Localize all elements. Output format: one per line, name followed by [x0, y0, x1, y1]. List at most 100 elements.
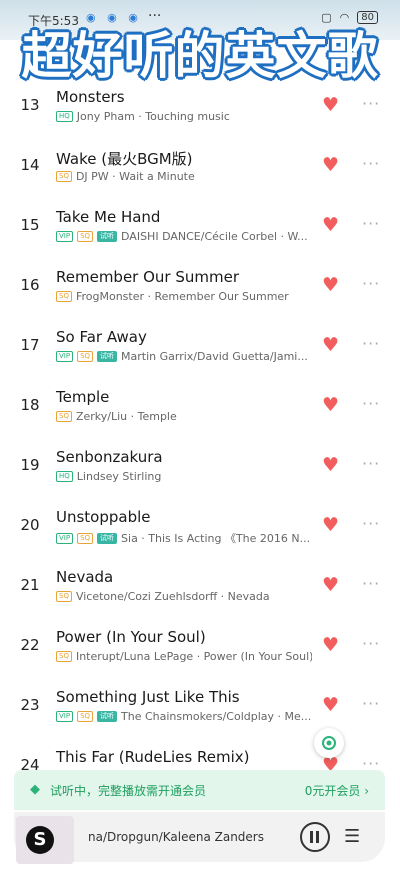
open-vip-link[interactable]: 0元开会员 ›: [305, 782, 369, 799]
quality-badge: VIP: [56, 532, 74, 544]
heart-icon[interactable]: ♥: [322, 334, 339, 356]
album-logo: S: [26, 826, 54, 854]
track-row[interactable]: 18 Temple SQ Zerky/Liu · Temple ♥ ···: [0, 386, 400, 446]
track-artist-album: Lindsey Stirling: [76, 470, 162, 483]
quality-badge: SQ: [77, 711, 94, 722]
locate-icon: [322, 736, 336, 750]
track-meta: HQ Jony Pham · Touching music: [56, 110, 312, 123]
heart-icon[interactable]: ♥: [322, 214, 339, 236]
quality-badge: HQ: [56, 471, 73, 482]
quality-badge: HQ: [56, 111, 73, 122]
quality-badge: SQ: [56, 291, 72, 302]
track-artist-album: DJ PW · Wait a Minute: [75, 170, 195, 183]
track-row[interactable]: 17 So Far Away VIP SQ 试听 Martin Garrix/David …: [0, 326, 400, 386]
battery-icon: 80: [357, 11, 378, 24]
track-row[interactable]: 21 Nevada SQ Vicetone/Cozi Zuehlsdorff · Ne…: [0, 566, 400, 626]
now-playing-text: na/Dropgun/Kaleena Zanders: [88, 830, 264, 844]
track-meta: VIP SQ 试听 Martin Garrix/David Guetta/Jami..…: [56, 350, 312, 363]
track-title: Remember Our Summer: [56, 268, 240, 286]
mini-player[interactable]: S na/Dropgun/Kaleena Zanders ☰: [14, 812, 385, 864]
overlay-title: 超好听的英文歌: [21, 27, 379, 85]
quality-badge: VIP: [56, 351, 74, 362]
more-options-icon[interactable]: ···: [362, 334, 380, 353]
track-row[interactable]: 14 Wake (最火BGM版) SQ DJ PW · Wait a Minute ♥ ·…: [0, 146, 400, 206]
wifi-icon: ◠: [339, 11, 350, 24]
track-number: 21: [20, 576, 40, 594]
heart-icon[interactable]: ♥: [322, 394, 339, 416]
quality-badge: SQ: [56, 591, 72, 602]
track-row[interactable]: 15 Take Me Hand VIP SQ 试听 DAISHI DANCE/Cécile…: [0, 206, 400, 266]
heart-icon[interactable]: ♥: [322, 574, 339, 596]
heart-icon[interactable]: ♥: [322, 154, 339, 176]
more-options-icon[interactable]: ···: [362, 394, 380, 413]
track-title: This Far (RudeLies Remix): [56, 748, 250, 766]
track-number: 17: [20, 336, 40, 354]
locate-playing-button[interactable]: [314, 728, 344, 758]
track-row[interactable]: 22 Power (In Your Soul) SQ Interupt/Luna Le…: [0, 626, 400, 686]
more-options-icon[interactable]: ···: [362, 94, 380, 113]
status-right: ▢ ◠ 80: [321, 11, 378, 24]
track-title: Something Just Like This: [56, 688, 240, 706]
diamond-icon: ◆: [30, 782, 40, 797]
track-number: 16: [20, 276, 40, 294]
track-meta: SQ Vicetone/Cozi Zuehlsdorff · Nevada: [56, 590, 312, 603]
heart-icon[interactable]: ♥: [322, 634, 339, 656]
track-artist-album: The Chainsmokers/Coldplay · Me...: [121, 710, 312, 723]
more-options-icon[interactable]: ···: [362, 634, 380, 653]
track-number: 20: [20, 516, 40, 534]
track-meta: SQ DJ PW · Wait a Minute: [56, 170, 312, 183]
quality-badge: SQ: [77, 231, 94, 242]
more-notifications-icon: ···: [148, 8, 162, 24]
more-options-icon[interactable]: ···: [362, 154, 380, 173]
track-title: Nevada: [56, 568, 114, 586]
track-title: Monsters: [56, 88, 125, 106]
heart-icon[interactable]: ♥: [322, 274, 339, 296]
album-cover[interactable]: S: [16, 816, 74, 864]
track-title: Power (In Your Soul): [56, 628, 206, 646]
track-number: 22: [20, 636, 40, 654]
track-artist-album: Interupt/Luna LePage · Power (In Your So…: [75, 650, 312, 663]
quality-badge: SQ: [56, 411, 72, 422]
track-number: 13: [20, 96, 40, 114]
heart-icon[interactable]: ♥: [322, 94, 339, 116]
more-options-icon[interactable]: ···: [362, 274, 380, 293]
track-row[interactable]: 13 Monsters HQ Jony Pham · Touching music ♥ ·…: [0, 86, 400, 146]
notification-icons: ◉ ◉ ◉: [86, 11, 142, 24]
track-artist-album: Zerky/Liu · Temple: [75, 410, 177, 423]
quality-badge: SQ: [56, 651, 72, 662]
quality-badge: VIP: [56, 231, 74, 242]
track-artist-album: Martin Garrix/David Guetta/Jami...: [121, 350, 308, 363]
more-options-icon[interactable]: ···: [362, 574, 380, 593]
playlist-icon[interactable]: ☰: [344, 826, 360, 847]
heart-icon[interactable]: ♥: [322, 454, 339, 476]
vip-trial-banner[interactable]: ◆ 试听中，完整播放需开通会员 0元开会员 ›: [14, 770, 385, 810]
track-meta: HQ Lindsey Stirling: [56, 470, 312, 483]
track-meta: VIP SQ 试听 Sia · This Is Acting 《The 2016 N.…: [56, 530, 312, 546]
track-row[interactable]: 20 Unstoppable VIP SQ 试听 Sia · This Is Acting…: [0, 506, 400, 566]
quality-badge: 试听: [97, 711, 118, 722]
more-options-icon[interactable]: ···: [362, 454, 380, 473]
heart-icon[interactable]: ♥: [322, 514, 339, 536]
track-title: Take Me Hand: [56, 208, 161, 226]
quality-badge: SQ: [56, 171, 72, 182]
pause-button[interactable]: [300, 822, 330, 852]
quality-badge: SQ: [77, 351, 94, 362]
more-options-icon[interactable]: ···: [362, 214, 380, 233]
track-meta: SQ FrogMonster · Remember Our Summer: [56, 290, 312, 303]
track-artist-album: DAISHI DANCE/Cécile Corbel · W...: [121, 230, 308, 243]
quality-badge: SQ: [77, 532, 94, 544]
track-meta: VIP SQ 试听 The Chainsmokers/Coldplay · Me...: [56, 710, 312, 723]
track-artist-album: Vicetone/Cozi Zuehlsdorff · Nevada: [75, 590, 270, 603]
sim-icon: ▢: [321, 11, 332, 24]
track-title: Senbonzakura: [56, 448, 163, 466]
track-row[interactable]: 16 Remember Our Summer SQ FrogMonster · Rem…: [0, 266, 400, 326]
track-artist-album: Sia · This Is Acting 《The 2016 N...: [121, 532, 311, 545]
track-row[interactable]: 19 Senbonzakura HQ Lindsey Stirling ♥ ···: [0, 446, 400, 506]
track-artist-album: FrogMonster · Remember Our Summer: [75, 290, 289, 303]
heart-icon[interactable]: ♥: [322, 694, 339, 716]
more-options-icon[interactable]: ···: [362, 514, 380, 533]
more-options-icon[interactable]: ···: [362, 694, 380, 713]
quality-badge: VIP: [56, 711, 74, 722]
track-meta: VIP SQ 试听 DAISHI DANCE/Cécile Corbel · W...: [56, 230, 312, 243]
track-meta: SQ Interupt/Luna LePage · Power (In Your …: [56, 650, 312, 663]
